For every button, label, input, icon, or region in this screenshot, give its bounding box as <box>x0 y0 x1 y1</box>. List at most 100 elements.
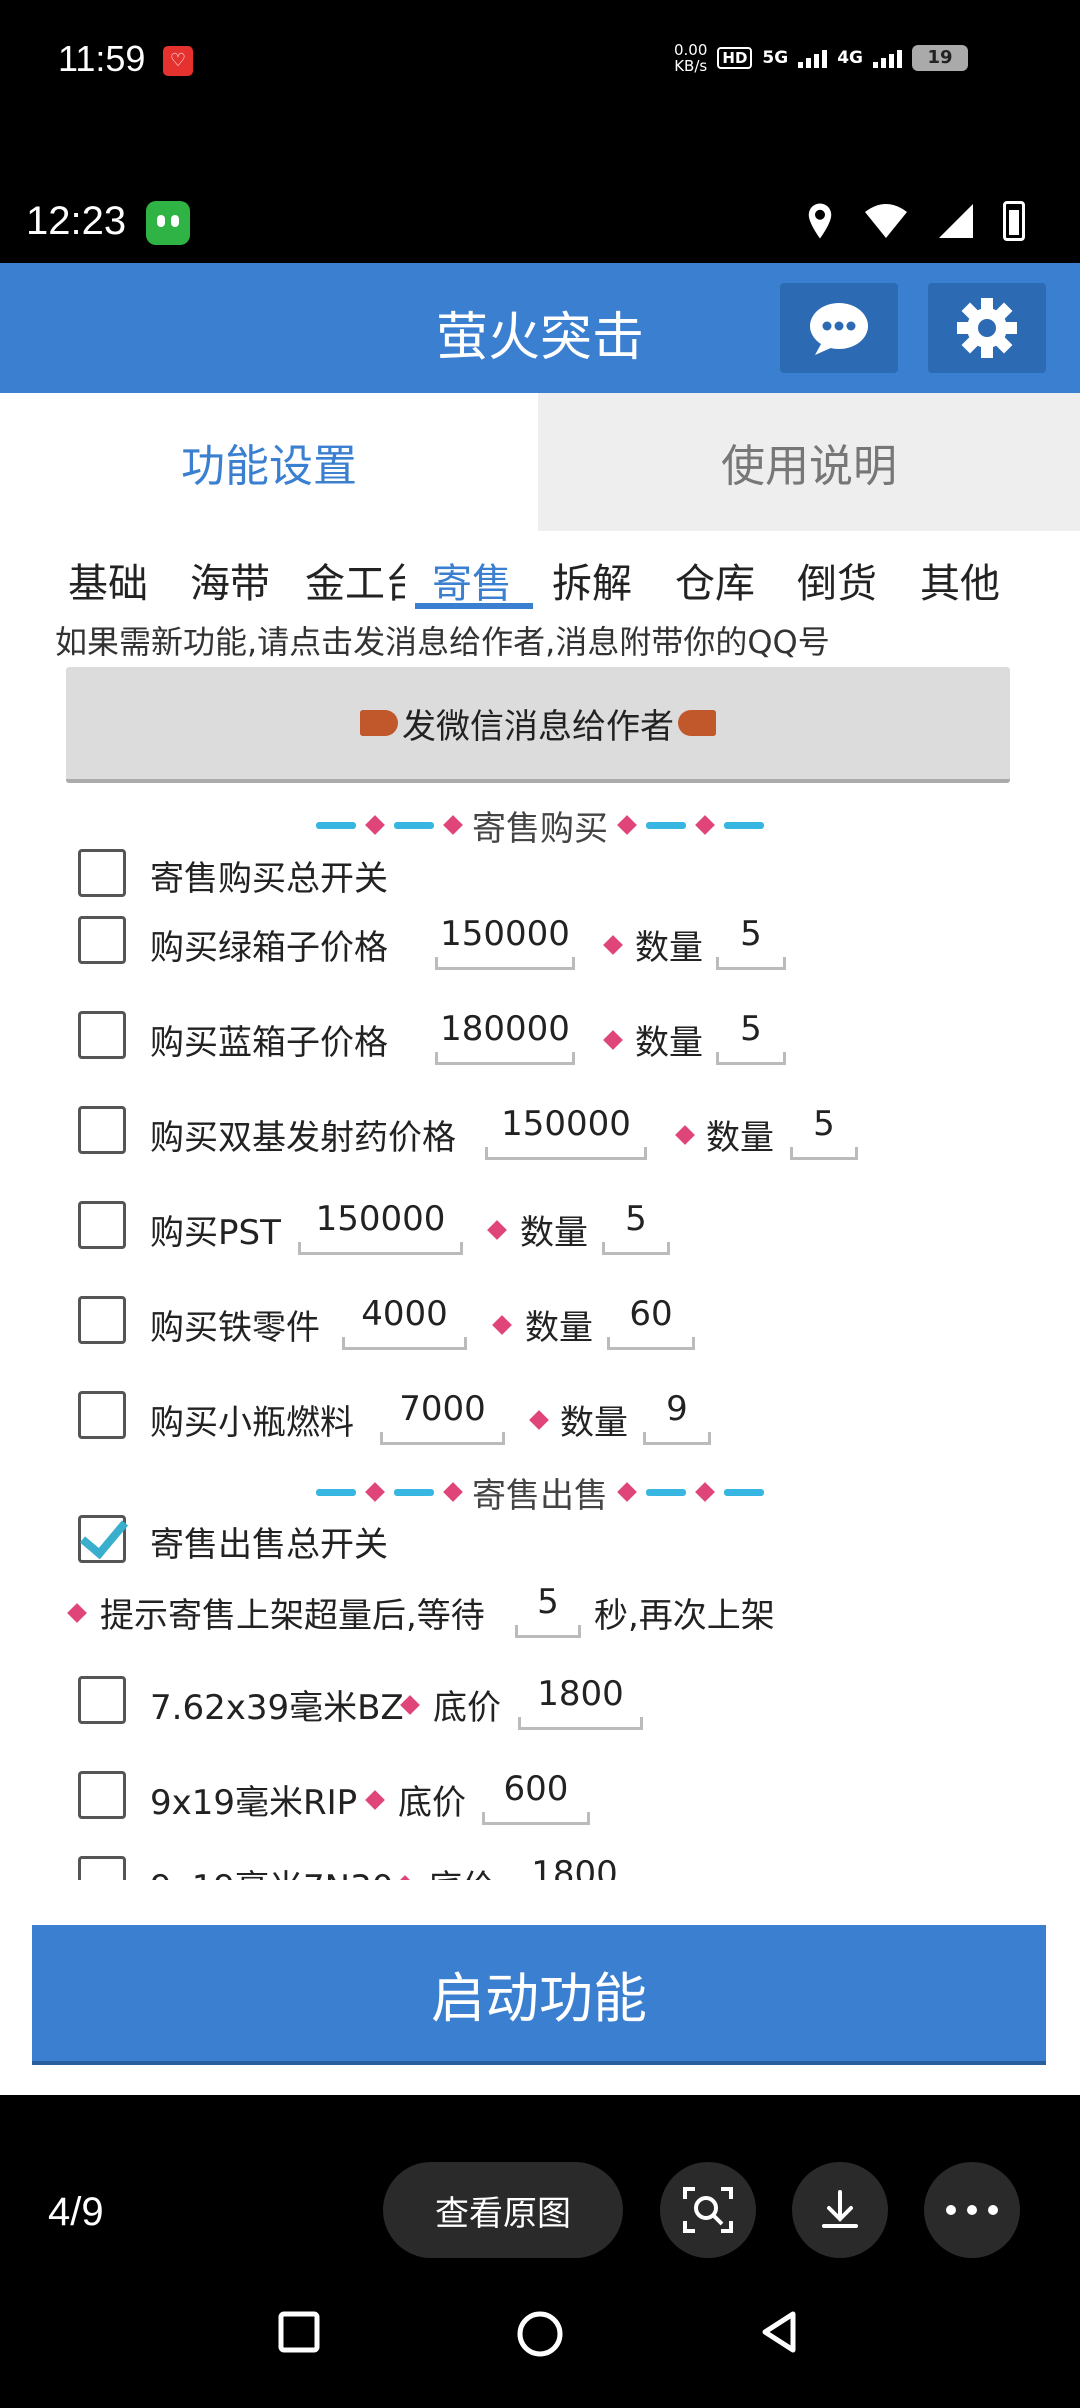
sell-checkbox[interactable] <box>78 1771 126 1819</box>
bullet-icon <box>492 1315 512 1335</box>
floor-input[interactable]: 1800 <box>518 1674 643 1730</box>
buy-checkbox[interactable] <box>78 1106 126 1154</box>
gear-icon <box>957 298 1017 358</box>
location-icon <box>808 203 832 239</box>
android-app-icon <box>146 201 190 245</box>
floor-input[interactable]: 600 <box>482 1769 590 1825</box>
subtab-dismantle[interactable]: 拆解 <box>552 551 632 609</box>
subtab-consignment[interactable]: 寄售 <box>432 551 512 609</box>
subtab-workbench[interactable]: 金工台 <box>305 551 405 609</box>
buy-section-header: 寄售购买 <box>0 800 1080 850</box>
price-input[interactable]: 4000 <box>342 1294 467 1350</box>
qty-label: 数量 <box>635 928 703 968</box>
buy-item-label: 购买铁零件 <box>150 1308 320 1348</box>
message-button[interactable] <box>780 283 898 373</box>
subtab-kelp[interactable]: 海带 <box>190 551 270 609</box>
buy-checkbox[interactable] <box>78 1011 126 1059</box>
wait-row: 提示寄售上架超量后,等待 5 秒,再次上架 <box>0 1582 1080 1652</box>
download-button[interactable] <box>792 2162 888 2258</box>
view-original-button[interactable]: 查看原图 <box>383 2162 623 2258</box>
price-input[interactable]: 150000 <box>298 1199 463 1255</box>
tab-function-settings[interactable]: 功能设置 <box>0 393 538 531</box>
sell-master-label: 寄售出售总开关 <box>150 1525 388 1565</box>
qty-label: 数量 <box>635 1023 703 1063</box>
sell-row: 9x19毫米RIP 底价 600 <box>0 1769 1080 1839</box>
buy-checkbox[interactable] <box>78 1201 126 1249</box>
start-function-button[interactable]: 启动功能 <box>32 1925 1046 2065</box>
sell-checkbox[interactable] <box>78 1856 126 1880</box>
notification-app-icon: ♡ <box>163 46 193 76</box>
bullet-icon <box>529 1410 549 1430</box>
download-icon <box>822 2190 858 2228</box>
buy-row: 购买铁零件 4000 数量 60 <box>0 1294 1080 1364</box>
sell-checkbox[interactable] <box>78 1676 126 1724</box>
wait-suffix: 秒,再次上架 <box>594 1596 775 1636</box>
battery-icon: 19 <box>912 45 968 71</box>
buy-checkbox[interactable] <box>78 1296 126 1344</box>
more-dots-icon <box>946 2205 998 2215</box>
recents-nav-icon[interactable] <box>277 2310 321 2354</box>
more-button[interactable] <box>924 2162 1020 2258</box>
subtab-basic[interactable]: 基础 <box>68 551 148 609</box>
wait-seconds-input[interactable]: 5 <box>515 1582 581 1638</box>
page-indicator: 4/9 <box>48 2190 104 2234</box>
buy-master-row: 寄售购买总开关 <box>0 849 1080 915</box>
sub-tabs: 基础 海带 金工台 寄售 拆解 仓库 倒货 其他 <box>0 545 1080 615</box>
buy-checkbox[interactable] <box>78 1391 126 1439</box>
subtab-trading[interactable]: 倒货 <box>797 551 877 609</box>
wechat-button-label: 发微信消息给作者 <box>402 706 674 747</box>
chat-bubble-icon <box>810 303 868 355</box>
buy-checkbox[interactable] <box>78 916 126 964</box>
floor-label: 底价 <box>433 1688 501 1728</box>
wifi-icon <box>865 204 907 238</box>
price-input[interactable]: 180000 <box>435 1009 575 1065</box>
sell-section-header: 寄售出售 <box>0 1467 1080 1517</box>
megaphone-icon <box>360 710 398 736</box>
subtab-warehouse[interactable]: 仓库 <box>675 551 755 609</box>
bullet-icon <box>365 1790 385 1810</box>
tab-instructions[interactable]: 使用说明 <box>538 393 1080 531</box>
scan-search-button[interactable] <box>660 2162 756 2258</box>
signal-icon-2 <box>873 48 902 68</box>
qty-input[interactable]: 5 <box>790 1104 858 1160</box>
wechat-message-button[interactable]: 发微信消息给作者 <box>66 667 1010 783</box>
sell-master-row: 寄售出售总开关 <box>0 1515 1080 1581</box>
floor-input[interactable]: 1800 <box>512 1854 637 1880</box>
qty-input[interactable]: 9 <box>643 1389 711 1445</box>
price-input[interactable]: 150000 <box>435 914 575 970</box>
price-input[interactable]: 7000 <box>380 1389 505 1445</box>
net-speed: 0.00 KB/s <box>673 41 708 75</box>
back-nav-icon[interactable] <box>757 2310 801 2354</box>
app-bar: 萤火突击 <box>0 263 1080 393</box>
lens-search-icon <box>683 2187 733 2233</box>
hd-icon: HD <box>717 47 753 69</box>
buy-master-checkbox[interactable] <box>78 849 126 897</box>
sell-item-label: 7.62x39毫米BZ <box>150 1688 404 1728</box>
home-nav-icon[interactable] <box>516 2310 564 2358</box>
qty-input[interactable]: 60 <box>607 1294 695 1350</box>
sell-item-label: 9x19毫米7N30 <box>150 1860 393 1880</box>
embedded-screenshot: 12:23 萤火突击 功能设置 使用说明 基础 海带 金工 寄售 拆解 仓库 倒… <box>0 185 1080 2095</box>
notice-text: 如果需新功能,请点击发消息给作者,消息附带你的QQ号 <box>55 623 830 661</box>
app-title: 萤火突击 <box>435 308 644 368</box>
settings-button[interactable] <box>928 283 1046 373</box>
qty-label: 数量 <box>560 1403 628 1443</box>
sell-master-checkbox[interactable] <box>78 1515 126 1563</box>
price-input[interactable]: 150000 <box>485 1104 647 1160</box>
qty-input[interactable]: 5 <box>716 1009 786 1065</box>
inner-clock: 12:23 <box>26 199 127 243</box>
qty-input[interactable]: 5 <box>602 1199 670 1255</box>
buy-row: 购买小瓶燃料 7000 数量 9 <box>0 1389 1080 1459</box>
buy-item-label: 购买绿箱子价格 <box>150 928 388 968</box>
sell-row: 9x19毫米7N30 底价 1800 <box>0 1854 1080 1880</box>
cellular-icon <box>939 204 973 238</box>
signal-4g-label: 4G <box>837 48 863 68</box>
subtab-other[interactable]: 其他 <box>920 551 1000 609</box>
qty-input[interactable]: 5 <box>716 914 786 970</box>
outer-clock: 11:59 <box>58 38 146 79</box>
outer-status-bar: 11:59 ♡ 0.00 KB/s HD 5G 4G 19 <box>0 0 1080 125</box>
inner-status-bar: 12:23 <box>0 185 1080 263</box>
buy-row: 购买蓝箱子价格 180000 数量 5 <box>0 1009 1080 1079</box>
wait-prefix: 提示寄售上架超量后,等待 <box>100 1596 485 1636</box>
buy-item-label: 购买小瓶燃料 <box>150 1403 354 1443</box>
